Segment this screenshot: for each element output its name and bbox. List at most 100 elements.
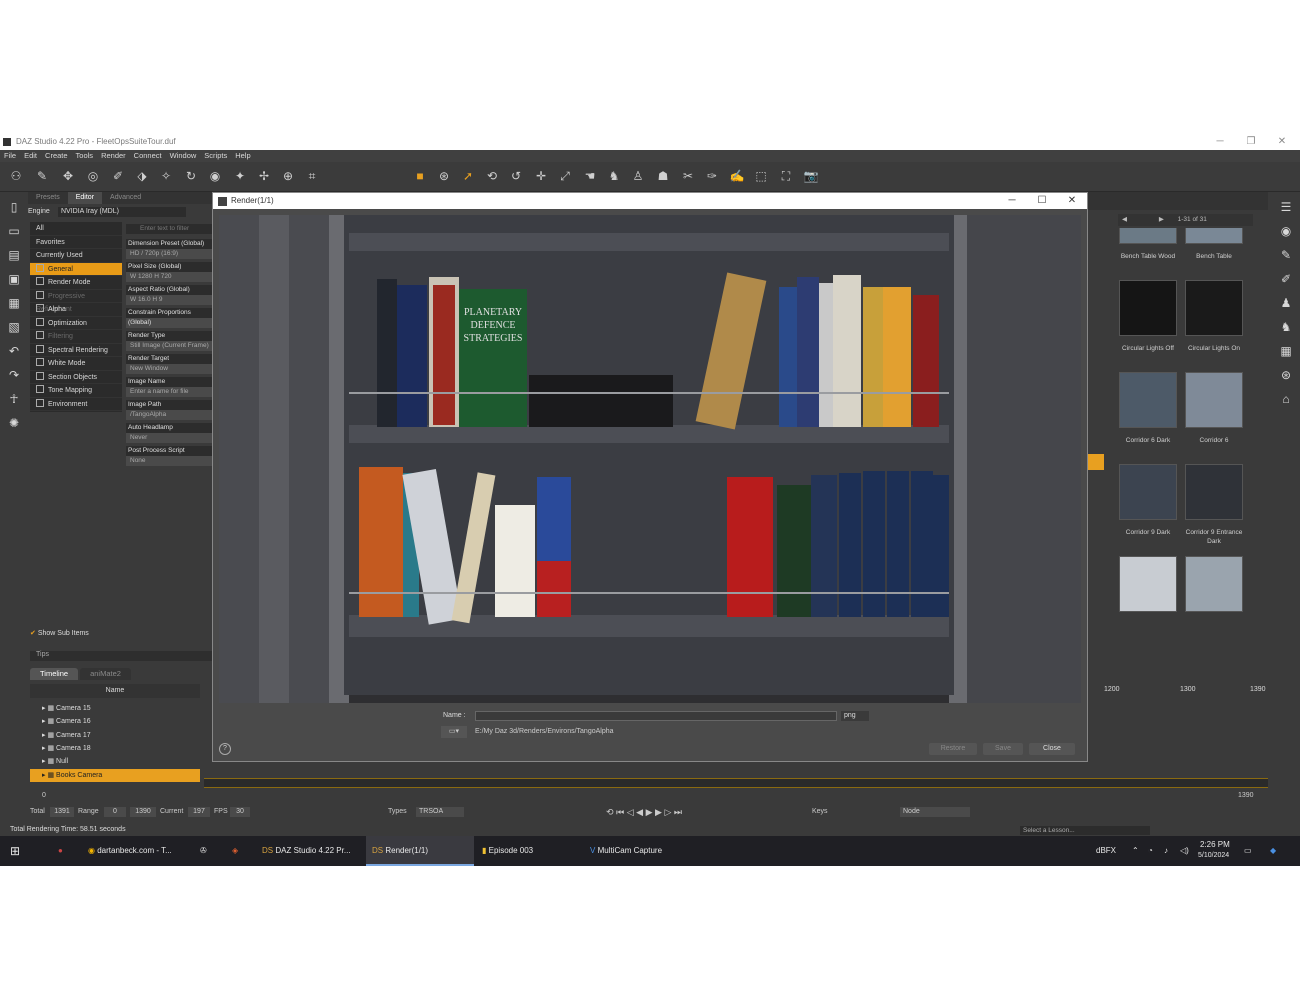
translate-icon[interactable]: ✛ (533, 168, 549, 184)
tab-animate2[interactable]: aniMate2 (80, 668, 131, 680)
bounding-box-icon[interactable]: ⌗ (304, 168, 320, 184)
select-frame-icon[interactable]: ⛶ (778, 168, 794, 184)
bone-icon[interactable]: ✂ (680, 168, 696, 184)
category-item[interactable]: Spectral Rendering (30, 344, 122, 357)
category-item[interactable]: Optimization (30, 317, 122, 330)
timeline-row[interactable]: ▸ ▦ Books Camera (30, 768, 200, 782)
menu-connect[interactable]: Connect (134, 150, 162, 162)
types-select[interactable]: TRSOA (416, 807, 464, 817)
dialog-minimize-icon[interactable]: ─ (997, 193, 1027, 209)
restore-icon[interactable]: ❐ (1236, 134, 1266, 150)
category-item[interactable]: Tone Mapping (30, 384, 122, 398)
minimize-icon[interactable]: ─ (1205, 134, 1235, 150)
taskbar-item-browser[interactable]: ◉ dartanbeck.com - T... (88, 836, 172, 866)
play-icon[interactable]: ▶ (646, 807, 653, 817)
menu-tools[interactable]: Tools (76, 150, 94, 162)
tab-timeline[interactable]: Timeline (30, 668, 79, 680)
keyframe-strip[interactable] (204, 778, 1268, 788)
property-value[interactable]: HD / 720p (16:9) (126, 249, 212, 259)
move-icon[interactable]: ⊕ (280, 168, 296, 184)
new-file-icon[interactable]: ▯ (6, 200, 22, 216)
content-thumbnail[interactable]: Corridor 9 Entrance Dark (1184, 464, 1244, 545)
category-item[interactable]: General (30, 262, 122, 276)
category-item[interactable]: Currently Used (30, 249, 122, 263)
restore-button[interactable]: Restore (929, 743, 977, 755)
geometry-editor-icon[interactable]: ⬗ (134, 168, 150, 184)
current-field[interactable]: 197 (188, 807, 210, 817)
menu-render[interactable]: Render (101, 150, 126, 162)
content-thumbnail[interactable]: Circular Lights Off (1118, 280, 1178, 358)
clock-time[interactable]: 2:26 PM (1200, 840, 1230, 849)
close-icon[interactable]: ✕ (1267, 134, 1297, 150)
character-icon[interactable]: ♙ (630, 168, 646, 184)
node-weight-icon[interactable]: ✧ (158, 168, 174, 184)
loop-icon[interactable]: ⟲ (606, 807, 614, 817)
property-value[interactable]: New Window (126, 364, 212, 374)
scene-icon[interactable]: ⚇ (8, 168, 24, 184)
property-value[interactable]: None (126, 456, 212, 466)
joint-editor-icon[interactable]: ✎ (34, 168, 50, 184)
content-thumbnail[interactable]: Bench Table (1184, 228, 1244, 266)
help-icon[interactable]: ? (219, 743, 231, 755)
tab-advanced[interactable]: Advanced (102, 192, 149, 204)
import-icon[interactable]: ▧ (6, 320, 22, 336)
recorder-icon[interactable]: ● (58, 836, 63, 866)
save-icon[interactable]: ▣ (6, 272, 22, 288)
volume-icon[interactable]: ◁) (1180, 836, 1189, 866)
open-folder-icon[interactable]: ▭ (6, 224, 22, 240)
content-thumbnail[interactable]: Corridor 6 (1184, 372, 1244, 450)
timeline-row[interactable]: ▸ ▦ Camera 18 (30, 742, 200, 755)
content-thumbnail[interactable] (1184, 556, 1244, 634)
prev-page-icon[interactable]: ◀ (1122, 216, 1127, 223)
category-item[interactable]: White Mode (30, 357, 122, 371)
target-icon[interactable]: ◉ (207, 168, 223, 184)
first-frame-icon[interactable]: ⏮ (616, 807, 624, 817)
category-item[interactable]: Progressive Refinement (30, 290, 122, 313)
save-button[interactable]: Save (983, 743, 1023, 755)
power-pose-icon[interactable]: ◎ (85, 168, 101, 184)
dialog-maximize-icon[interactable]: ☐ (1027, 193, 1057, 209)
rotate-view-icon[interactable]: ⟲ (484, 168, 500, 184)
total-field[interactable]: 1391 (50, 807, 74, 817)
region-nav-icon[interactable]: ✥ (60, 168, 76, 184)
content-thumbnail[interactable] (1118, 556, 1178, 634)
category-item[interactable]: Section Objects (30, 371, 122, 384)
scale-icon[interactable]: ⤢ (557, 168, 573, 184)
morph-icon[interactable]: ♞ (1278, 320, 1294, 336)
node-select[interactable]: Node (900, 807, 970, 817)
menu-create[interactable]: Create (45, 150, 68, 162)
lights-icon[interactable]: ✎ (1278, 248, 1294, 264)
taskbar-item-explorer[interactable]: ▮ Episode 003 (482, 836, 533, 866)
taskbar-item-daz[interactable]: DS DAZ Studio 4.22 Pr... (262, 836, 357, 866)
category-item[interactable]: Render Mode (30, 276, 122, 290)
start-icon[interactable]: ⊞ (10, 836, 20, 866)
taskbar-item-multicam[interactable]: V MultiCam Capture (590, 836, 662, 866)
undo-icon[interactable]: ↶ (6, 344, 22, 360)
hand-icon[interactable]: ☚ (582, 168, 598, 184)
timeline-row[interactable]: ▸ ▦ Null (30, 755, 200, 768)
app-icon-orange[interactable]: ◈ (232, 836, 238, 866)
close-button[interactable]: Close (1029, 743, 1075, 755)
group-icon[interactable]: ☗ (655, 168, 671, 184)
menu-window[interactable]: Window (170, 150, 197, 162)
content-thumbnail[interactable]: Bench Table Wood (1118, 228, 1178, 266)
menu-scripts[interactable]: Scripts (204, 150, 227, 162)
next-frame-icon[interactable]: ▶ (655, 807, 662, 817)
pose-icon[interactable]: ♟ (1278, 296, 1294, 312)
property-value[interactable]: W 1280 H 720 (126, 272, 212, 282)
category-item[interactable]: Filtering (30, 330, 122, 344)
show-sub-items-checkbox[interactable]: ✔ Show Sub Items (30, 629, 130, 639)
category-item[interactable]: Alpha (30, 303, 122, 317)
tray-chevron-icon[interactable]: ⌃ (1132, 836, 1139, 866)
tips-tab[interactable]: Tips (30, 651, 212, 661)
category-item[interactable]: Environment (30, 398, 122, 411)
app-tray-icon[interactable]: ◆ (1270, 836, 1276, 866)
menu-file[interactable]: File (4, 150, 16, 162)
orbit-icon[interactable]: ⊛ (436, 168, 452, 184)
frame-icon[interactable]: ⬚ (753, 168, 769, 184)
brush-icon[interactable]: ✑ (704, 168, 720, 184)
figure-pose-icon[interactable]: ♞ (606, 168, 622, 184)
timeline-row[interactable]: ▸ ▦ Camera 17 (30, 729, 200, 742)
tab-editor[interactable]: Editor (67, 192, 103, 204)
lesson-select[interactable]: Select a Lesson... (1020, 826, 1150, 835)
